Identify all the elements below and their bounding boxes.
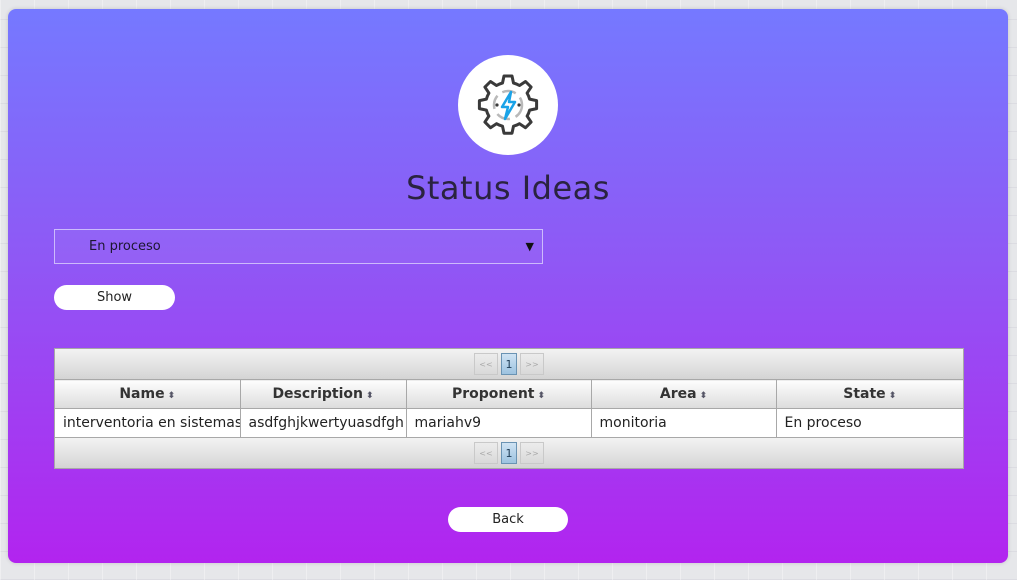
- sort-icon: ⬍: [366, 391, 374, 401]
- column-header-area[interactable]: Area ⬍: [591, 379, 777, 409]
- show-button[interactable]: Show: [54, 285, 175, 310]
- prev-page-icon[interactable]: <<: [474, 353, 498, 375]
- sort-icon: ⬍: [537, 391, 546, 401]
- column-header-state[interactable]: State ⬍: [776, 379, 963, 409]
- column-header-description[interactable]: Description ⬍: [240, 379, 407, 409]
- cell-description: asdfghjkwertyuasdfgh: [240, 408, 407, 437]
- sort-icon: ⬍: [699, 391, 708, 401]
- sort-icon: ⬍: [888, 391, 897, 401]
- column-label: State: [843, 386, 886, 402]
- state-filter-value: En proceso: [89, 239, 161, 254]
- cell-area: monitoria: [591, 408, 777, 437]
- prev-page-icon[interactable]: <<: [474, 442, 498, 464]
- next-page-icon[interactable]: >>: [520, 353, 544, 375]
- bottom-paginator: << 1 >>: [55, 437, 963, 468]
- page-number-button[interactable]: 1: [501, 442, 517, 464]
- cell-name: interventoria en sistemas: [55, 408, 241, 437]
- column-label: Description: [272, 386, 363, 402]
- ideas-grid: Name ⬍ Description ⬍ Proponent ⬍ Area ⬍ Stat…: [55, 379, 963, 437]
- status-ideas-card: Status Ideas En proceso ▼ Show << 1 >> N…: [8, 9, 1008, 563]
- top-paginator: << 1 >>: [55, 349, 963, 379]
- column-header-name[interactable]: Name ⬍: [55, 379, 241, 409]
- column-label: Proponent: [451, 386, 535, 402]
- chevron-down-icon: ▼: [525, 240, 534, 253]
- column-label: Name: [119, 386, 165, 402]
- state-filter-dropdown[interactable]: En proceso ▼: [54, 229, 543, 264]
- back-button[interactable]: Back: [448, 507, 568, 532]
- cell-proponent: mariahv9: [406, 408, 592, 437]
- next-page-icon[interactable]: >>: [520, 442, 544, 464]
- ideas-table: << 1 >> Name ⬍ Description ⬍ Proponent ⬍ Ar…: [54, 348, 964, 469]
- table-header-row: Name ⬍ Description ⬍ Proponent ⬍ Area ⬍ Stat…: [55, 379, 963, 409]
- column-label: Area: [659, 386, 697, 402]
- column-header-proponent[interactable]: Proponent ⬍: [406, 379, 592, 409]
- cell-state: En proceso: [784, 415, 862, 431]
- logo: [458, 55, 558, 155]
- page-title: Status Ideas: [406, 169, 610, 207]
- page-number-button[interactable]: 1: [501, 353, 517, 375]
- gear-lightning-icon: [477, 74, 539, 135]
- table-row[interactable]: interventoria en sistemas asdfghjkwertyu…: [55, 408, 963, 437]
- sort-icon: ⬍: [167, 391, 176, 401]
